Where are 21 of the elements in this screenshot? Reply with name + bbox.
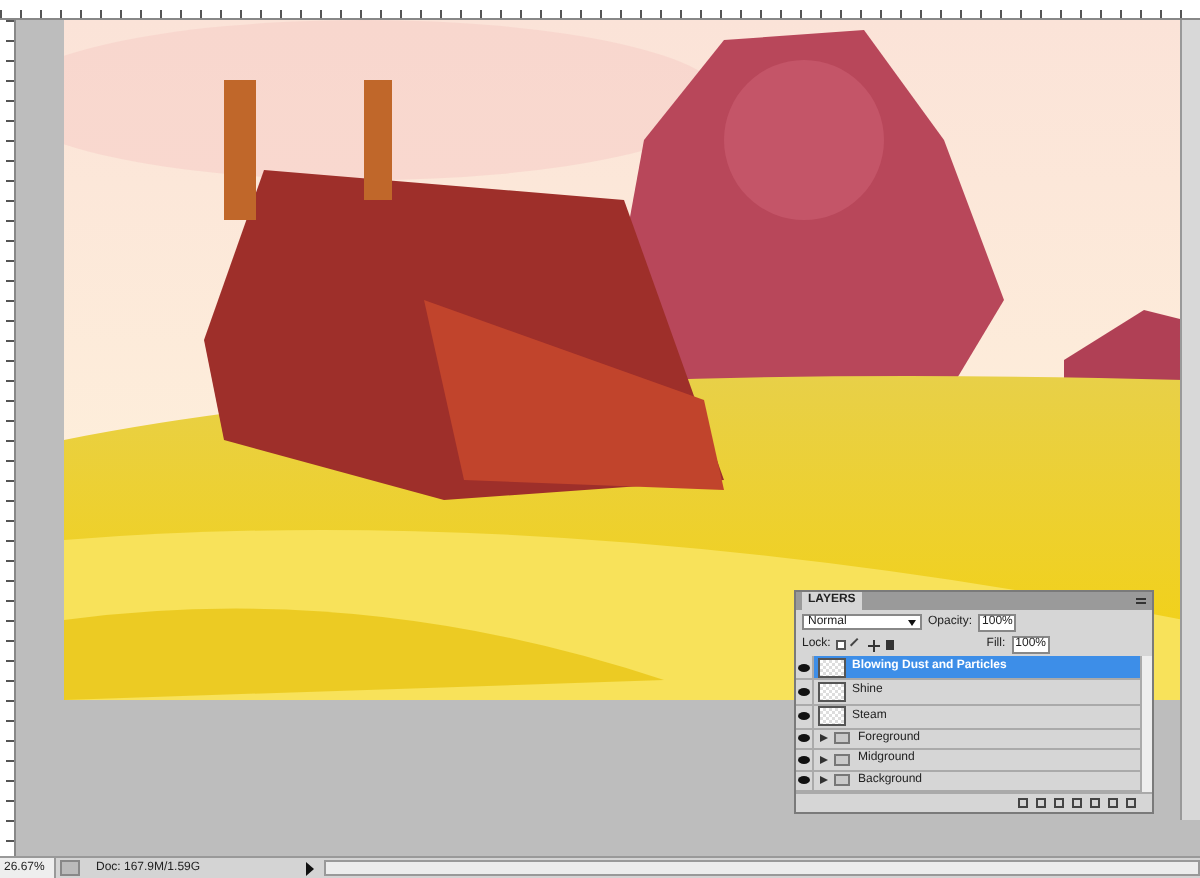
layer-thumbnail <box>818 657 846 678</box>
eye-icon[interactable] <box>798 776 810 785</box>
expand-triangle-icon[interactable] <box>820 776 828 785</box>
eye-icon[interactable] <box>798 755 810 764</box>
eye-icon[interactable] <box>798 663 810 672</box>
expand-triangle-icon[interactable] <box>820 755 828 764</box>
panel-menu-icon[interactable] <box>1136 598 1146 604</box>
layers-scrollbar[interactable] <box>1140 656 1152 792</box>
eye-icon[interactable] <box>798 734 810 743</box>
eye-icon[interactable] <box>798 712 810 721</box>
lock-transparency-icon[interactable] <box>836 640 847 650</box>
lock-icon[interactable] <box>886 640 895 650</box>
vertical-scrollbar[interactable] <box>1180 20 1200 820</box>
caret-icon <box>908 619 916 625</box>
layer-thumbnail <box>818 706 846 727</box>
expand-triangle-icon[interactable] <box>820 734 828 743</box>
eye-icon[interactable] <box>798 687 810 696</box>
layer-thumbnail <box>818 681 846 702</box>
arrow-icon[interactable] <box>304 861 316 875</box>
move-icon[interactable] <box>868 639 881 651</box>
horizontal-scrollbar[interactable] <box>324 860 1200 876</box>
